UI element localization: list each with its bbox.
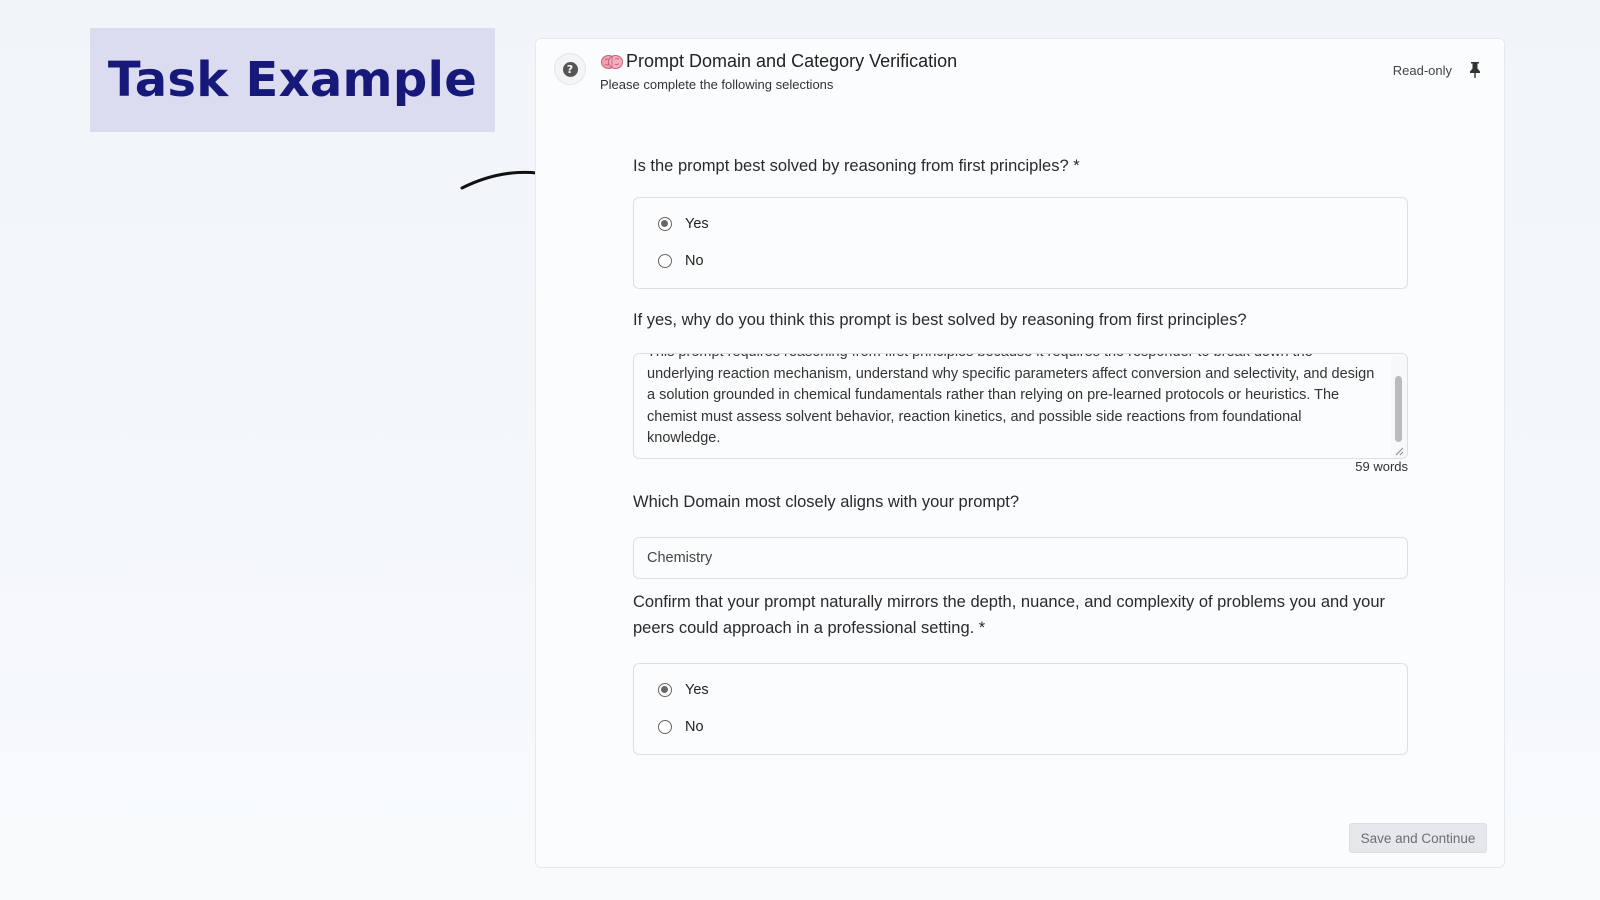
radio-unchecked-icon[interactable] [658,254,672,268]
help-icon: ? [562,61,578,77]
scrollbar-thumb[interactable] [1395,376,1402,442]
question-domain: Which Domain most closely aligns with yo… [633,493,1020,511]
readonly-label: Read-only [1392,63,1452,78]
save-and-continue-button[interactable]: Save and Continue [1349,823,1487,853]
textarea-scrollbar[interactable] [1391,356,1407,458]
first-principles-option-yes[interactable]: Yes [658,216,709,232]
radio-checked-icon[interactable] [658,217,672,231]
option-label: Yes [685,216,709,232]
brain-icon [601,55,623,69]
textarea-content: This prompt requires reasoning from firs… [647,354,1375,446]
option-label: No [685,719,704,735]
panel-subtitle: Please complete the following selections [600,77,834,92]
banner-title: Task Example [107,52,478,108]
first-principles-option-no[interactable]: No [658,253,704,269]
question-first-principles: Is the prompt best solved by reasoning f… [633,157,1080,175]
complexity-option-yes[interactable]: Yes [658,682,709,698]
verification-panel: ? Prompt Domain and Category Verificatio… [535,38,1505,868]
complexity-radio-group: Yes No [633,663,1408,755]
option-label: Yes [685,682,709,698]
radio-checked-icon[interactable] [658,683,672,697]
domain-select[interactable]: Chemistry [633,537,1408,579]
pin-icon[interactable] [1468,61,1482,79]
question-first-principles-reason: If yes, why do you think this prompt is … [633,311,1247,329]
question-complexity: Confirm that your prompt naturally mirro… [633,593,1386,637]
option-label: No [685,253,704,269]
panel-header: ? Prompt Domain and Category Verificatio… [536,39,1504,119]
complexity-option-no[interactable]: No [658,719,704,735]
task-example-banner: Task Example [90,28,495,132]
panel-title: Prompt Domain and Category Verification [626,51,958,71]
first-principles-reason-textarea[interactable]: This prompt requires reasoning from firs… [633,353,1408,459]
help-button[interactable]: ? [554,53,586,85]
word-count: 59 words [1355,459,1408,474]
first-principles-radio-group: Yes No [633,197,1408,289]
resize-handle-icon[interactable] [1394,446,1404,456]
radio-unchecked-icon[interactable] [658,720,672,734]
